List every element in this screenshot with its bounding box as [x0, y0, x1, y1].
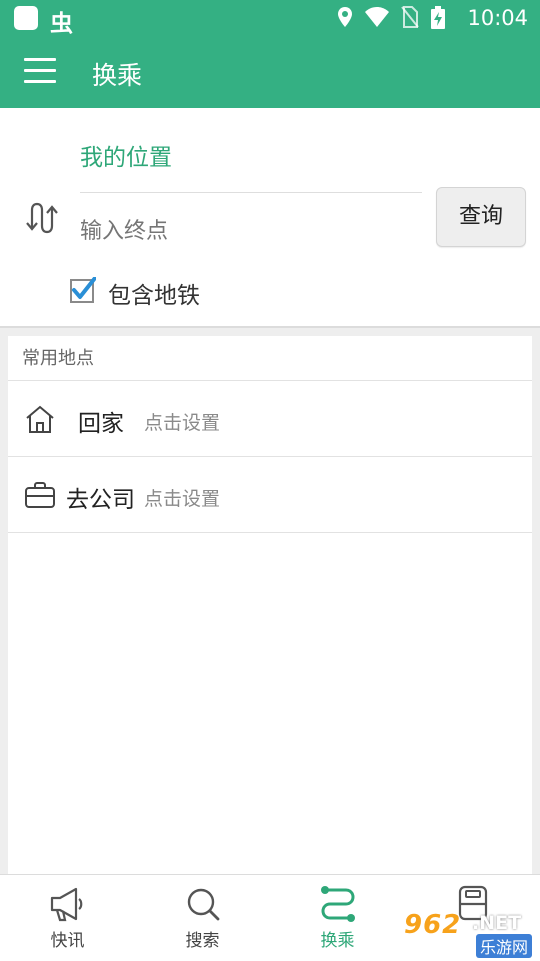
- swap-route-icon[interactable]: [24, 198, 58, 238]
- include-subway-checkbox[interactable]: [70, 277, 96, 303]
- place-hint: 点击设置: [144, 412, 221, 434]
- watermark-site-name: 乐游网: [476, 934, 533, 958]
- watermark-logo: 962 .NET 乐游网: [404, 910, 536, 958]
- place-item-home[interactable]: 回家 点击设置: [8, 381, 532, 456]
- app-bar: [0, 36, 540, 108]
- debug-notification-icon: 虫: [50, 11, 73, 37]
- common-places-header: 常用地点: [22, 348, 94, 369]
- status-icons: [331, 6, 446, 30]
- start-location-field[interactable]: 我的位置: [80, 138, 420, 178]
- nav-item-news[interactable]: 快讯: [0, 874, 135, 960]
- query-button[interactable]: 查询: [436, 187, 526, 247]
- nav-item-transfer[interactable]: 换乘: [270, 874, 405, 960]
- watermark-number: 962: [404, 910, 462, 940]
- place-name: 去公司: [66, 487, 135, 513]
- nav-label: 换乘: [320, 931, 355, 951]
- status-bar: [0, 0, 540, 36]
- clock: 10:04: [467, 6, 528, 30]
- watermark-domain: .NET: [472, 912, 522, 934]
- place-name: 回家: [78, 411, 124, 437]
- app-notification-icon: [14, 6, 38, 30]
- home-icon: [26, 405, 54, 433]
- page-title: 换乘: [92, 61, 143, 90]
- nav-item-search[interactable]: 搜索: [135, 874, 270, 960]
- route-icon: [321, 886, 355, 922]
- destination-input[interactable]: [80, 212, 420, 252]
- nav-label: 搜索: [185, 931, 220, 951]
- divider: [8, 532, 532, 533]
- location-icon: [337, 7, 352, 27]
- menu-icon[interactable]: [24, 58, 56, 86]
- place-hint: 点击设置: [144, 488, 221, 510]
- wifi-icon: [364, 7, 389, 27]
- battery-charging-icon: [431, 6, 445, 29]
- include-subway-label: 包含地铁: [108, 283, 200, 309]
- field-divider: [80, 192, 422, 193]
- search-icon: [187, 888, 220, 921]
- place-item-company[interactable]: 去公司 点击设置: [8, 457, 532, 532]
- megaphone-icon: [50, 887, 83, 922]
- no-sim-icon: [401, 6, 419, 28]
- nav-label: 快讯: [50, 931, 85, 951]
- briefcase-icon: [25, 482, 55, 508]
